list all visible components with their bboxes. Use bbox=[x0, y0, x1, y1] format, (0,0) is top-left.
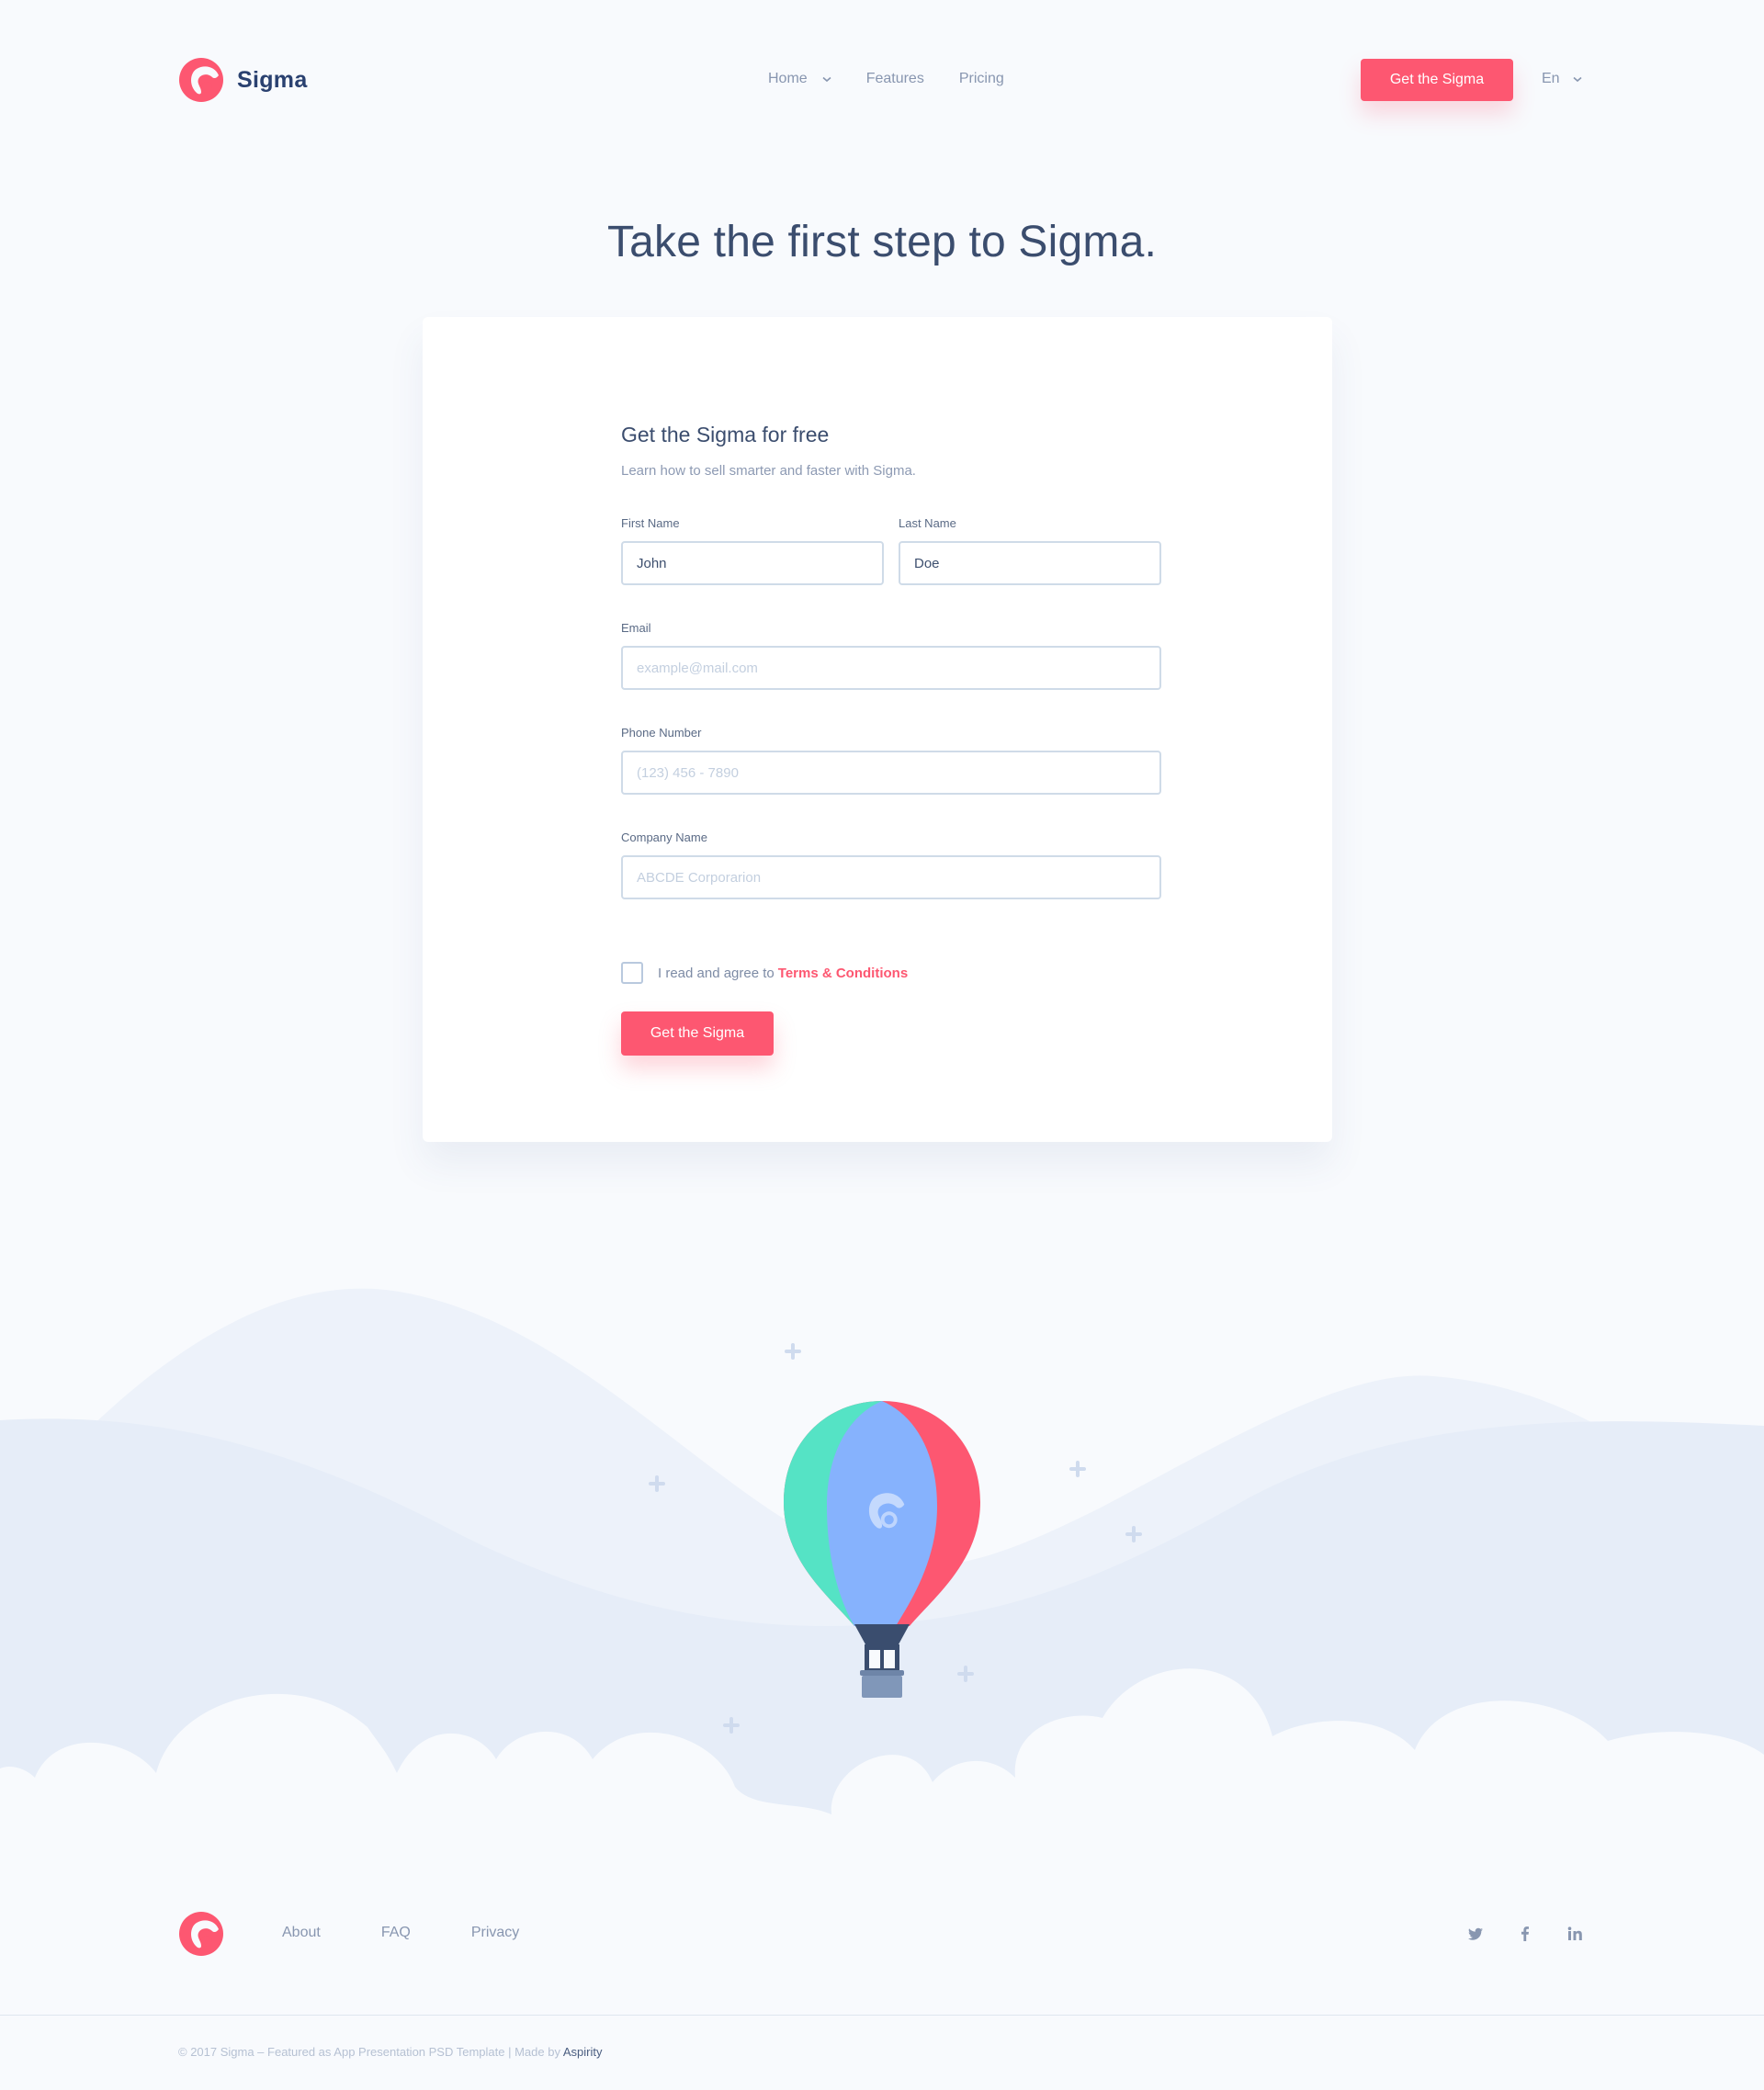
email-group: Email bbox=[621, 620, 1161, 690]
nav-item-pricing[interactable]: Pricing bbox=[959, 71, 1004, 87]
name-row: First Name Last Name bbox=[621, 515, 1161, 585]
footer-nav: About FAQ Privacy bbox=[282, 1925, 580, 1941]
copyright: © 2017 Sigma – Featured as App Presentat… bbox=[178, 2045, 603, 2059]
company-group: Company Name bbox=[621, 830, 1161, 899]
email-label: Email bbox=[621, 621, 651, 635]
last-name-field[interactable] bbox=[899, 541, 1161, 585]
main-nav: Home Features Pricing bbox=[768, 71, 1004, 87]
form-subtitle: Learn how to sell smarter and faster wit… bbox=[621, 463, 916, 479]
first-name-label: First Name bbox=[621, 516, 680, 530]
footer-link-faq[interactable]: FAQ bbox=[381, 1925, 411, 1941]
footer-link-about[interactable]: About bbox=[282, 1925, 321, 1941]
nav-item-label: Home bbox=[768, 71, 808, 86]
site-header: Sigma Home Features Pricing Get the Sigm… bbox=[0, 0, 1764, 165]
chevron-down-icon bbox=[822, 76, 831, 82]
sigma-logo-icon bbox=[179, 58, 223, 102]
brand-name: Sigma bbox=[237, 66, 308, 93]
terms-agreement: I read and agree to Terms & Conditions bbox=[621, 962, 1161, 984]
submit-button[interactable]: Get the Sigma bbox=[621, 1011, 774, 1056]
terms-text: I read and agree to Terms & Conditions bbox=[658, 966, 908, 981]
balloon-illustration bbox=[0, 1249, 1764, 1892]
page-title: Take the first step to Sigma. bbox=[606, 218, 1158, 266]
linkedin-icon[interactable] bbox=[1566, 1925, 1584, 1943]
email-field[interactable] bbox=[621, 646, 1161, 690]
footer-link-privacy[interactable]: Privacy bbox=[471, 1925, 519, 1941]
last-name-group: Last Name bbox=[899, 515, 1161, 585]
nav-item-home[interactable]: Home bbox=[768, 71, 831, 87]
terms-prefix: I read and agree to bbox=[658, 965, 775, 981]
signup-card: Get the Sigma for free Learn how to sell… bbox=[423, 317, 1332, 1142]
facebook-icon[interactable] bbox=[1516, 1925, 1534, 1943]
last-name-label: Last Name bbox=[899, 516, 956, 530]
footer-logo-icon[interactable] bbox=[178, 1911, 224, 1957]
first-name-group: First Name bbox=[621, 515, 884, 585]
nav-item-label: Pricing bbox=[958, 71, 1004, 86]
header-get-sigma-button[interactable]: Get the Sigma bbox=[1361, 59, 1513, 101]
company-label: Company Name bbox=[621, 830, 707, 844]
nav-item-label: Features bbox=[865, 71, 924, 86]
signup-form: Get the Sigma for free Learn how to sell… bbox=[621, 420, 1161, 1056]
footer-divider bbox=[0, 2015, 1764, 2016]
hot-air-balloon-icon bbox=[0, 1288, 1764, 1892]
language-label: En bbox=[1542, 71, 1560, 86]
brand-logo[interactable]: Sigma bbox=[178, 57, 308, 103]
company-field[interactable] bbox=[621, 855, 1161, 899]
chevron-down-icon bbox=[1573, 76, 1582, 82]
first-name-field[interactable] bbox=[621, 541, 884, 585]
language-selector[interactable]: En bbox=[1542, 71, 1582, 87]
form-title: Get the Sigma for free bbox=[621, 423, 830, 446]
phone-group: Phone Number bbox=[621, 725, 1161, 795]
terms-link[interactable]: Terms & Conditions bbox=[778, 966, 908, 981]
maker-link[interactable]: Aspirity bbox=[563, 2045, 603, 2059]
phone-field[interactable] bbox=[621, 751, 1161, 795]
copyright-text: © 2017 Sigma – Featured as App Presentat… bbox=[178, 2045, 560, 2059]
nav-item-features[interactable]: Features bbox=[866, 71, 924, 87]
phone-label: Phone Number bbox=[621, 726, 702, 740]
twitter-icon[interactable] bbox=[1466, 1925, 1485, 1943]
terms-checkbox[interactable] bbox=[621, 962, 643, 984]
